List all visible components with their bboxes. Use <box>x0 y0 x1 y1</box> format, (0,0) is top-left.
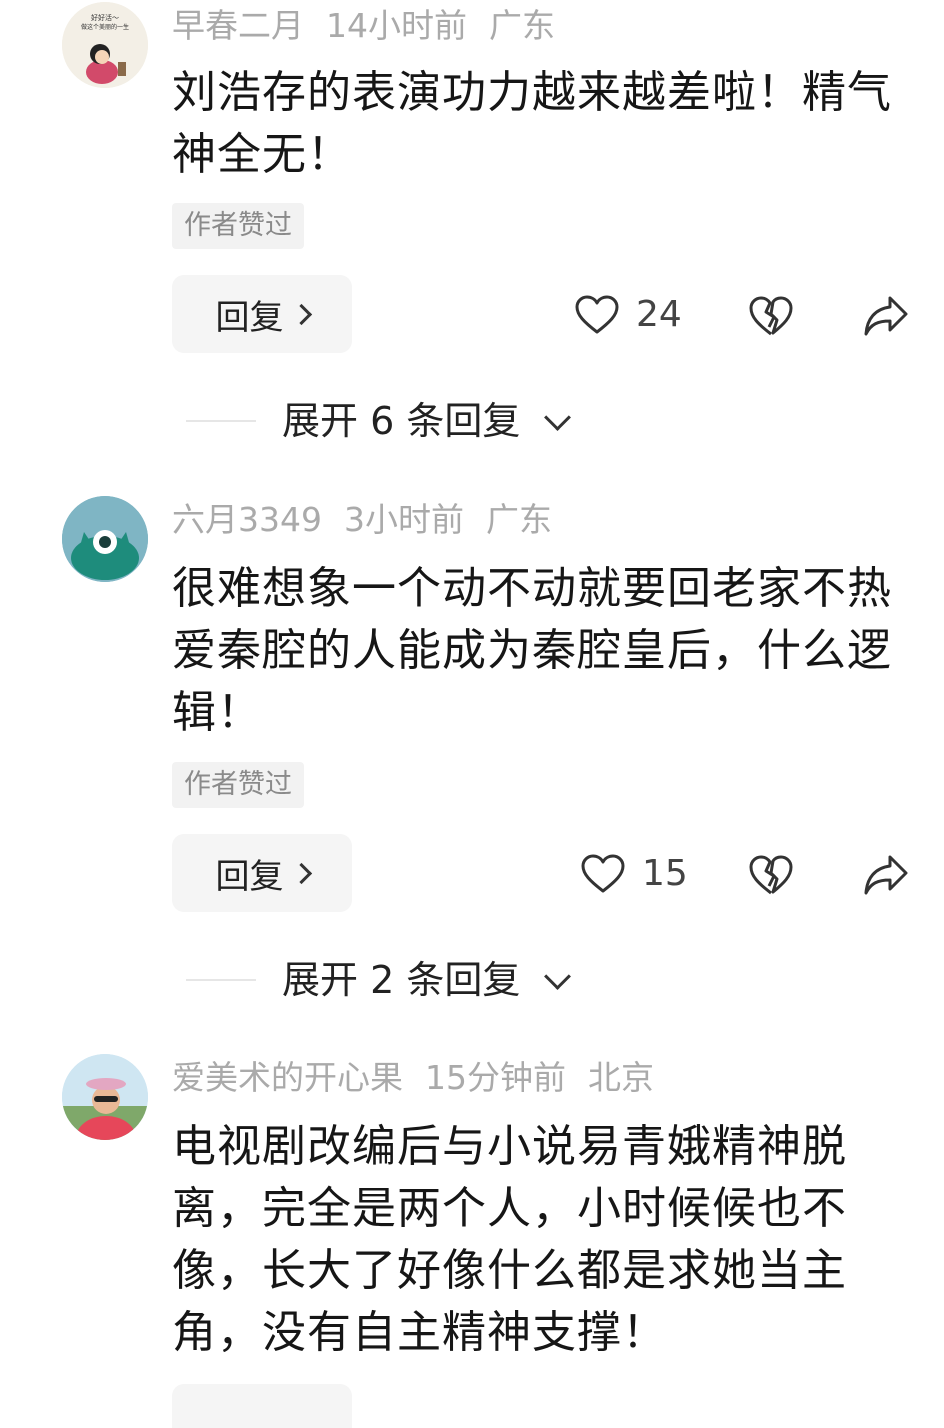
location: 广东 <box>485 500 552 539</box>
like-count: 15 <box>642 853 688 894</box>
like-count: 24 <box>636 294 682 335</box>
expand-replies-label: 展开 2 条回复 <box>282 958 521 1002</box>
username[interactable]: 爱美术的开心果 <box>172 1058 403 1097</box>
heart-icon[interactable] <box>574 294 620 336</box>
reply-label: 回复 <box>215 856 284 897</box>
broken-heart-icon[interactable] <box>748 853 794 897</box>
comment-meta: 早春二月 14小时前 广东 <box>172 6 577 46</box>
chevron-down-icon <box>544 404 571 431</box>
timestamp: 14小时前 <box>326 6 467 45</box>
location: 北京 <box>588 1058 654 1097</box>
chevron-down-icon <box>544 963 571 990</box>
author-liked-badge: 作者赞过 <box>172 203 304 249</box>
expand-replies[interactable]: 展开 2 条回复 <box>0 955 944 1005</box>
share-arrow-icon[interactable] <box>862 294 910 338</box>
avatar[interactable] <box>62 496 148 582</box>
author-liked-badge: 作者赞过 <box>172 762 304 808</box>
comment-meta: 爱美术的开心果 15分钟前 北京 <box>172 1058 676 1098</box>
avatar-image <box>62 1054 148 1140</box>
share-arrow-icon[interactable] <box>862 853 910 897</box>
avatar-image <box>62 496 148 582</box>
reply-label: 回复 <box>215 297 284 338</box>
expand-replies-label: 展开 6 条回复 <box>282 399 521 443</box>
comment-meta: 六月3349 3小时前 广东 <box>172 500 574 540</box>
location: 广东 <box>489 6 555 45</box>
chevron-right-icon <box>290 862 312 884</box>
reply-button[interactable]: 回复 <box>172 275 352 353</box>
avatar[interactable] <box>62 1054 148 1140</box>
reply-button[interactable]: 回复 <box>172 834 352 912</box>
timestamp: 15分钟前 <box>425 1058 566 1097</box>
timestamp: 3小时前 <box>343 500 464 539</box>
username[interactable]: 早春二月 <box>172 6 304 45</box>
divider <box>186 420 256 422</box>
avatar-image: 好好活～ 做这个美丽的一生 <box>62 2 148 88</box>
heart-icon[interactable] <box>580 853 626 895</box>
comment-text: 很难想象一个动不动就要回老家不热爱秦腔的人能成为秦腔皇后，什么逻辑！ <box>172 563 892 738</box>
svg-text:好好活～: 好好活～ <box>91 13 119 22</box>
reply-button-partial[interactable] <box>172 1384 352 1428</box>
comment-text: 刘浩存的表演功力越来越差啦！精气神全无！ <box>172 67 892 180</box>
expand-replies[interactable]: 展开 6 条回复 <box>0 396 944 446</box>
svg-text:做这个美丽的一生: 做这个美丽的一生 <box>81 23 129 31</box>
comment-text: 电视剧改编后与小说易青娥精神脱离，完全是两个人，小时候候也不像，长大了好像什么都… <box>172 1121 847 1358</box>
username[interactable]: 六月3349 <box>172 500 322 539</box>
chevron-right-icon <box>290 303 312 325</box>
divider <box>186 979 256 981</box>
avatar[interactable]: 好好活～ 做这个美丽的一生 <box>62 2 148 88</box>
broken-heart-icon[interactable] <box>748 294 794 338</box>
